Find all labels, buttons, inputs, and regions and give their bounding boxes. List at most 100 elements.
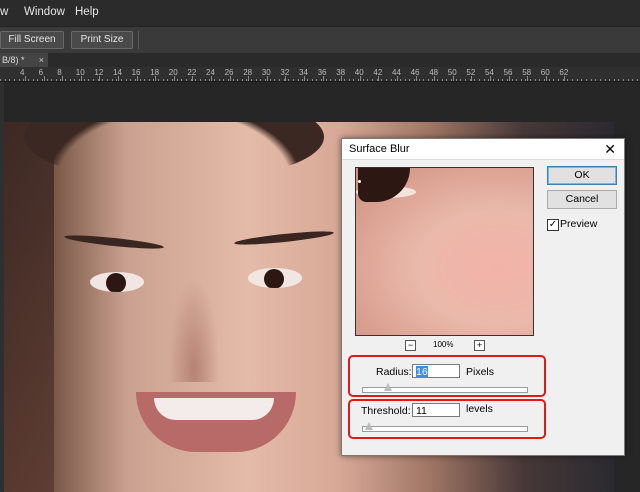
preview-checkbox[interactable]: ✓ <box>547 219 559 231</box>
print-size-button[interactable]: Print Size <box>71 31 133 49</box>
ruler-minor-tick <box>427 79 429 81</box>
ruler-minor-tick <box>362 79 364 81</box>
close-icon[interactable]: ✕ <box>604 141 616 158</box>
ruler-minor-tick <box>525 79 527 81</box>
ruler-tick <box>545 76 547 81</box>
threshold-value: 11 <box>416 405 427 417</box>
ruler-minor-tick <box>306 79 308 81</box>
ruler-tick <box>192 76 194 81</box>
ruler-minor-tick <box>255 79 257 81</box>
ruler-minor-tick <box>23 79 25 81</box>
document-tab-label: B/8) * <box>2 55 25 65</box>
cancel-button[interactable]: Cancel <box>547 190 617 209</box>
menu-window[interactable]: Window <box>24 6 65 18</box>
threshold-slider[interactable] <box>362 426 528 432</box>
ruler-minor-tick <box>502 79 504 81</box>
ruler-minor-tick <box>609 79 611 81</box>
teeth <box>154 398 274 420</box>
ruler-minor-tick <box>339 79 341 81</box>
menu-view[interactable]: w <box>0 6 8 18</box>
ruler-minor-tick <box>446 79 448 81</box>
ruler-minor-tick <box>241 79 243 81</box>
ruler-minor-tick <box>32 79 34 81</box>
ruler-minor-tick <box>237 79 239 81</box>
ruler-minor-tick <box>316 79 318 81</box>
ruler-minor-tick <box>302 79 304 81</box>
ok-button[interactable]: OK <box>547 166 617 185</box>
threshold-label: Threshold: <box>361 405 411 417</box>
ruler-tick <box>564 76 566 81</box>
ruler-minor-tick <box>539 79 541 81</box>
hair-left <box>4 122 54 492</box>
ruler-minor-tick <box>567 79 569 81</box>
ruler-minor-tick <box>390 79 392 81</box>
ruler-minor-tick <box>548 79 550 81</box>
ruler-minor-tick <box>478 79 480 81</box>
ruler-minor-tick <box>111 79 113 81</box>
ruler-minor-tick <box>186 79 187 81</box>
zoom-out-button[interactable]: − <box>405 340 416 351</box>
ruler-minor-tick <box>134 79 136 81</box>
ruler-minor-tick <box>9 79 11 81</box>
preview-eye-highlight <box>358 180 361 183</box>
ruler-minor-tick <box>139 79 141 81</box>
close-tab-icon[interactable]: × <box>39 53 44 67</box>
ruler-minor-tick <box>330 79 332 81</box>
ruler-minor-tick <box>65 79 67 81</box>
radius-input[interactable]: 16 <box>412 364 460 378</box>
horizontal-ruler: 4 6 8 10 12 14 16 18 20 22 24 26 28 30 32 34 36 38 40 42 44 4… <box>0 67 640 82</box>
dialog-title-bar[interactable]: Surface Blur ✕ <box>342 139 624 160</box>
ruler-minor-tick <box>595 79 597 81</box>
document-tab[interactable]: B/8) * × <box>0 53 48 67</box>
ruler-label: 6 <box>38 68 44 77</box>
fill-screen-button[interactable]: Fill Screen <box>0 31 64 49</box>
ruler-minor-tick <box>576 79 578 81</box>
ruler-minor-tick <box>55 79 57 81</box>
ruler-tick <box>229 76 231 81</box>
ruler-tick <box>62 76 64 81</box>
ruler-minor-tick <box>413 79 415 81</box>
ruler-minor-tick <box>381 79 383 81</box>
ruler-minor-tick <box>97 79 99 81</box>
ruler-minor-tick <box>604 79 606 81</box>
ruler-minor-tick <box>74 79 76 81</box>
ruler-minor-tick <box>213 79 215 81</box>
ruler-minor-tick <box>483 79 485 81</box>
ruler-minor-tick <box>632 79 634 81</box>
ruler-minor-tick <box>497 79 499 81</box>
zoom-in-button[interactable]: + <box>474 340 485 351</box>
ruler-minor-tick <box>627 79 629 81</box>
ruler-tick <box>80 76 82 81</box>
threshold-slider-handle[interactable] <box>364 422 373 430</box>
ruler-minor-tick <box>455 79 457 81</box>
ruler-tick <box>359 76 361 81</box>
ruler-minor-tick <box>334 79 336 81</box>
ruler-minor-tick <box>367 79 369 81</box>
ruler-minor-tick <box>83 79 85 81</box>
ruler-minor-tick <box>148 79 150 81</box>
toolbar-separator <box>138 31 139 49</box>
ruler-label: 8 <box>57 68 62 77</box>
radius-slider-handle[interactable] <box>384 383 393 391</box>
ruler-minor-tick <box>223 79 225 81</box>
ruler-minor-tick <box>162 79 164 81</box>
surface-blur-dialog: Surface Blur ✕ − 100% + OK Cancel ✓ Prev… <box>341 138 625 456</box>
ruler-minor-tick <box>372 79 373 81</box>
ruler-minor-tick <box>474 79 476 81</box>
ruler-minor-tick <box>516 79 518 81</box>
filter-preview[interactable] <box>355 167 534 336</box>
menu-bar: w Window Help <box>0 0 640 26</box>
ruler-minor-tick <box>120 79 122 81</box>
eyebrow-left <box>63 232 165 252</box>
ruler-minor-tick <box>297 79 299 81</box>
ruler-minor-tick <box>79 79 81 81</box>
ruler-minor-tick <box>167 79 169 81</box>
ruler-minor-tick <box>60 79 62 81</box>
ruler-minor-tick <box>13 79 15 81</box>
threshold-input[interactable]: 11 <box>412 403 460 417</box>
radius-value: 16 <box>416 366 428 378</box>
ruler-tick <box>434 76 436 81</box>
eye-right <box>248 268 302 288</box>
menu-help[interactable]: Help <box>75 6 99 18</box>
ruler-tick <box>136 76 138 81</box>
